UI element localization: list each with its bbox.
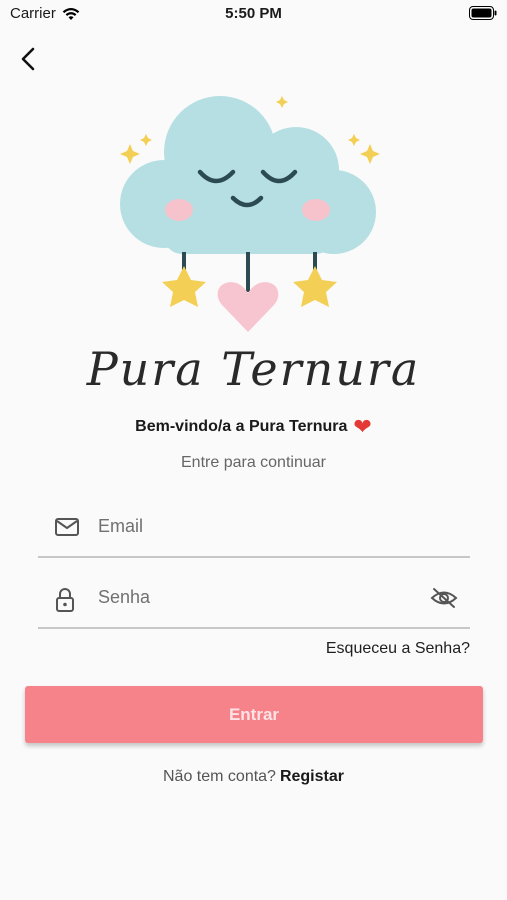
welcome-text: Bem-vindo/a a Pura Ternura xyxy=(135,418,348,435)
signup-prompt: Não tem conta? xyxy=(163,768,276,785)
sparkle-icon xyxy=(120,144,140,164)
mail-icon xyxy=(55,518,79,536)
cloud-logo-illustration xyxy=(120,96,380,332)
forgot-password-link[interactable]: Esqueceu a Senha? xyxy=(326,640,470,658)
status-time: 5:50 PM xyxy=(225,5,282,22)
status-right xyxy=(469,6,497,24)
sparkle-icon xyxy=(348,134,360,146)
cloud-cheek-left xyxy=(165,199,193,221)
status-bar: Carrier 5:50 PM xyxy=(0,0,507,28)
sparkle-icon xyxy=(360,144,380,164)
email-field-container xyxy=(38,504,470,558)
password-field-container xyxy=(38,575,470,629)
lock-icon xyxy=(56,588,74,612)
heart-icon: ❤ xyxy=(353,414,372,439)
back-button[interactable] xyxy=(12,42,46,76)
subtitle: Entre para continuar xyxy=(181,454,326,471)
toggle-password-visibility-button[interactable] xyxy=(430,587,458,614)
cloud-shape xyxy=(120,96,376,254)
chevron-left-icon xyxy=(21,47,35,71)
eye-off-icon xyxy=(430,588,458,608)
sparkle-icon xyxy=(140,134,152,146)
login-button[interactable]: Entrar xyxy=(25,686,483,743)
signup-row: Não tem conta? Registar xyxy=(0,768,507,786)
register-link[interactable]: Registar xyxy=(280,768,344,785)
hanging-star-right xyxy=(293,266,337,307)
cloud-cheek-right xyxy=(302,199,330,221)
email-input[interactable] xyxy=(96,510,420,542)
password-input[interactable] xyxy=(96,581,420,613)
battery-icon xyxy=(469,6,497,20)
brand-title: Pura Ternura xyxy=(86,342,421,396)
hanging-star-left xyxy=(162,266,206,307)
welcome-message: Bem-vindo/a a Pura Ternura ❤ xyxy=(0,414,507,440)
sparkle-icon xyxy=(276,96,288,108)
